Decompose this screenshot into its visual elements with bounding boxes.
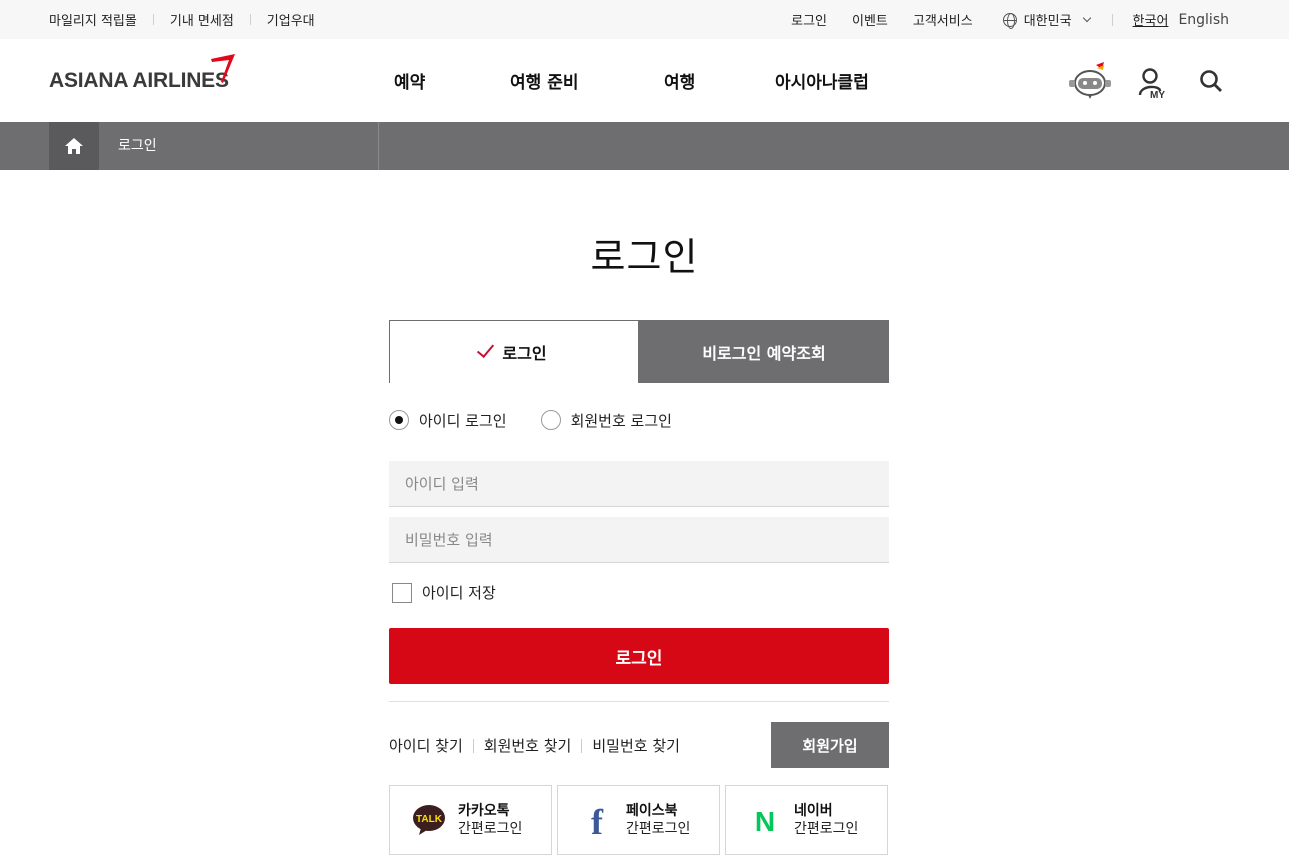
corporate-link[interactable]: 기업우대 [267,10,315,29]
find-password-link[interactable]: 비밀번호 찾기 [592,735,680,756]
login-type-radios: 아이디 로그인 회원번호 로그인 [389,409,672,431]
home-icon [65,138,83,154]
radio-id-login[interactable]: 아이디 로그인 [389,410,507,431]
facebook-text: 페이스북 간편로그인 [626,802,690,838]
naver-icon: N [748,803,782,837]
my-page-icon[interactable]: MY [1138,67,1170,99]
chevron-down-icon [1082,13,1091,23]
country-selector[interactable]: 대한민국 [1002,10,1091,29]
chatbot-icon[interactable] [1066,61,1114,101]
event-link[interactable]: 이벤트 [852,10,888,29]
tab-guest-booking[interactable]: 비로그인 예약조회 [639,320,889,383]
radio-member-login[interactable]: 회원번호 로그인 [540,410,672,431]
breadcrumb-divider [378,122,379,170]
country-label: 대한민국 [1023,14,1072,29]
nav-travel-prep[interactable]: 여행 준비 [510,68,578,93]
nav-travel[interactable]: 여행 [664,68,695,93]
naver-login-button[interactable]: N 네이버 간편로그인 [725,785,888,855]
lang-korean-link[interactable]: 한국어 [1133,10,1169,29]
kakao-sub-label: 간편로그인 [458,821,523,837]
save-id-label: 아이디 저장 [422,584,496,602]
facebook-sub-label: 간편로그인 [626,821,691,837]
svg-text:TALK: TALK [416,814,443,825]
page-title: 로그인 [590,235,699,279]
radio-id-label: 아이디 로그인 [419,411,507,430]
kakao-label: 카카오톡 [458,803,510,819]
kakao-login-button[interactable]: TALK 카카오톡 간편로그인 [389,785,552,855]
find-id-link[interactable]: 아이디 찾기 [389,735,463,756]
divider [472,738,474,753]
find-member-number-link[interactable]: 회원번호 찾기 [484,735,572,756]
tab-login-label: 로그인 [502,344,547,363]
login-tabs: 로그인 비로그인 예약조회 [389,320,889,383]
divider [389,701,889,702]
duty-free-link[interactable]: 기내 면세점 [170,10,234,29]
login-link[interactable]: 로그인 [791,10,827,29]
kakao-talk-icon: TALK [412,803,446,837]
divider [152,14,154,25]
mileage-mall-link[interactable]: 마일리지 적립몰 [49,10,137,29]
nav-asiana-club[interactable]: 아시아나클럽 [775,68,869,93]
check-icon [477,339,495,359]
divider [1111,13,1113,26]
radio-button[interactable] [540,410,561,430]
checkbox[interactable] [392,582,412,603]
find-links: 아이디 찾기 회원번호 찾기 비밀번호 찾기 [389,735,680,756]
divider [249,14,251,25]
customer-service-link[interactable]: 고객서비스 [913,10,973,29]
tab-guest-label: 비로그인 예약조회 [702,343,826,363]
naver-text: 네이버 간편로그인 [794,802,858,838]
save-id-checkbox[interactable]: 아이디 저장 [392,582,496,603]
search-icon[interactable] [1199,69,1223,93]
utility-left-links: 마일리지 적립몰 기내 면세점 기업우대 [49,0,315,39]
svg-text:MY: MY [1150,90,1165,99]
kakao-text: 카카오톡 간편로그인 [458,802,522,838]
home-button[interactable] [49,122,99,170]
breadcrumb-current: 로그인 [118,138,157,154]
naver-sub-label: 간편로그인 [794,821,859,837]
utility-right-links: 로그인 이벤트 고객서비스 대한민국 한국어 English [766,0,1229,39]
tab-login[interactable]: 로그인 [389,320,639,383]
main-header: ASIANA AIRLINES 예약 여행 준비 여행 아시아나클럽 MY [0,39,1289,122]
facebook-login-button[interactable]: f 페이스북 간편로그인 [557,785,720,855]
svg-text:N: N [755,806,775,837]
password-input[interactable] [389,517,889,563]
radio-button-selected[interactable] [389,410,409,430]
join-button[interactable]: 회원가입 [771,722,889,768]
globe-icon [1002,12,1017,29]
divider [581,738,583,753]
lang-english-link[interactable]: English [1178,12,1229,28]
radio-member-label: 회원번호 로그인 [570,411,672,430]
nav-booking[interactable]: 예약 [394,68,425,93]
naver-label: 네이버 [794,803,833,819]
id-input[interactable] [389,461,889,507]
breadcrumb: 로그인 [0,122,1289,170]
facebook-icon: f [580,803,614,837]
svg-text:f: f [591,803,604,837]
login-submit-button[interactable]: 로그인 [389,628,889,684]
utility-bar: 마일리지 적립몰 기내 면세점 기업우대 로그인 이벤트 고객서비스 대한민국 … [0,0,1289,39]
facebook-label: 페이스북 [626,803,678,819]
